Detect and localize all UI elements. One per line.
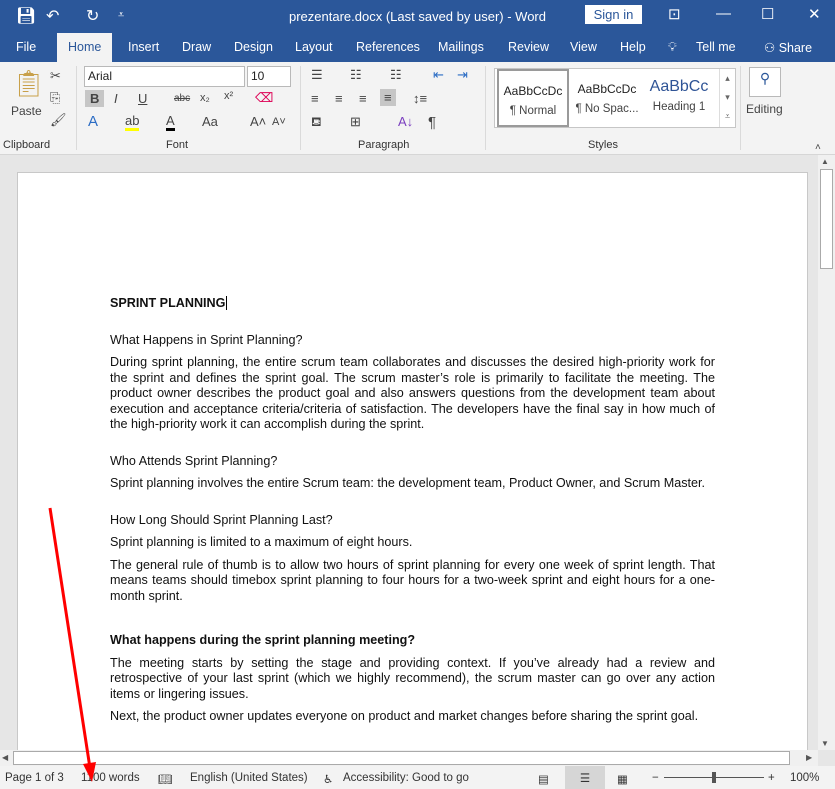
annotation-arrow [48,507,96,782]
arrow-head [83,762,96,782]
arrow-shaft [48,507,92,769]
